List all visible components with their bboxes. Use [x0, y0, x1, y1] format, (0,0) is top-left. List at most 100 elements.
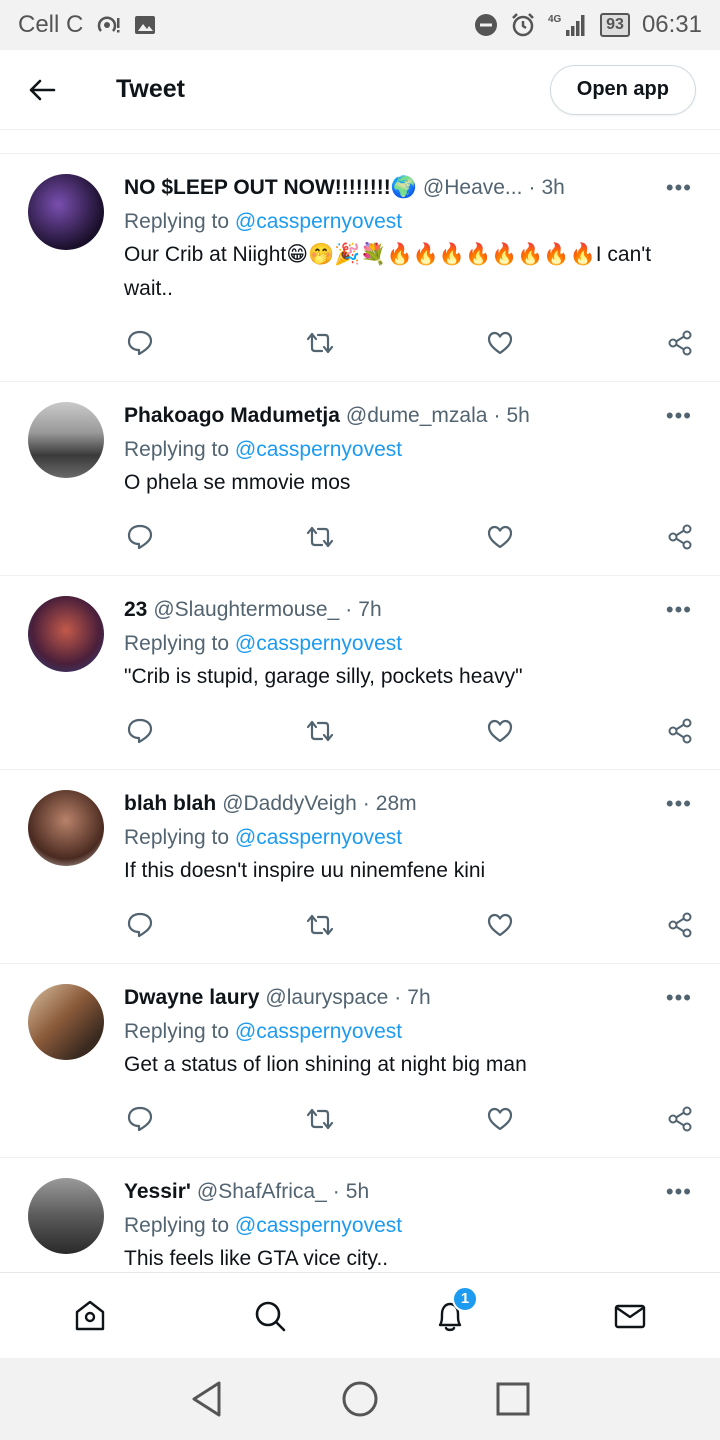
back-button[interactable] [0, 50, 84, 130]
display-name[interactable]: 23 [124, 596, 147, 624]
more-options-icon[interactable]: ••• [666, 596, 692, 624]
more-options-icon[interactable]: ••• [666, 790, 692, 818]
timestamp[interactable]: 5h [506, 402, 529, 430]
like-button[interactable] [484, 909, 516, 941]
reply-icon [127, 912, 153, 938]
nav-notifications[interactable]: 1 [410, 1276, 490, 1356]
reply-button[interactable] [124, 909, 156, 941]
nav-home[interactable] [50, 1276, 130, 1356]
share-button[interactable] [664, 909, 696, 941]
like-button[interactable] [484, 327, 516, 359]
mention-link[interactable]: @casspernyovest [235, 438, 402, 461]
like-button[interactable] [484, 1103, 516, 1135]
more-options-icon[interactable]: ••• [666, 984, 692, 1012]
reply-button[interactable] [124, 715, 156, 747]
nav-messages[interactable] [590, 1276, 670, 1356]
alarm-icon [510, 12, 536, 38]
tweet-text: Our Crib at Niight😁🤭🎉💐🔥🔥🔥🔥🔥🔥🔥🔥I can't wa… [124, 243, 652, 300]
handle: @ShafAfrica_ [196, 1180, 327, 1203]
reply-feed[interactable]: NO $LEEP OUT NOW!!!!!!!!🌍 @Heave... · 3h… [0, 154, 720, 1272]
retweet-button[interactable] [304, 521, 336, 553]
tweet-item[interactable]: NO $LEEP OUT NOW!!!!!!!!🌍 @Heave... · 3h… [0, 154, 720, 382]
reply-button[interactable] [124, 327, 156, 359]
separator-dot: · [493, 404, 501, 427]
clock: 06:31 [641, 11, 702, 38]
timestamp[interactable]: 7h [407, 984, 430, 1012]
nav-search[interactable] [230, 1276, 310, 1356]
mention-link[interactable]: @casspernyovest [235, 826, 402, 849]
status-left: Cell C [18, 11, 157, 39]
system-back-button[interactable] [177, 1369, 237, 1429]
gallery-icon [133, 13, 157, 37]
replying-to-label: Replying to [124, 632, 230, 655]
mention-link[interactable]: @casspernyovest [235, 632, 402, 655]
replying-to-label: Replying to [124, 210, 230, 233]
more-options-icon[interactable]: ••• [666, 174, 692, 202]
share-icon [668, 524, 692, 550]
home-icon [75, 1300, 105, 1330]
avatar[interactable] [28, 790, 104, 866]
avatar[interactable] [28, 596, 104, 672]
reply-button[interactable] [124, 1103, 156, 1135]
avatar[interactable] [28, 402, 104, 478]
replying-to: Replying to @casspernyovest [124, 1212, 700, 1240]
replying-to: Replying to @casspernyovest [124, 436, 700, 464]
status-bar: Cell C 4G 93 06:31 [0, 0, 720, 50]
system-home-button[interactable] [330, 1369, 390, 1429]
mention-link[interactable]: @casspernyovest [235, 1020, 402, 1043]
retweet-icon [306, 914, 334, 936]
replying-to: Replying to @casspernyovest [124, 208, 700, 236]
reply-icon [127, 524, 153, 550]
avatar[interactable] [28, 1178, 104, 1254]
avatar[interactable] [28, 984, 104, 1060]
display-name[interactable]: Yessir' [124, 1178, 191, 1206]
retweet-icon [306, 526, 334, 548]
tweet-item[interactable]: Phakoago Madumetja @dume_mzala · 5h ••• … [0, 382, 720, 576]
more-options-icon[interactable]: ••• [666, 1178, 692, 1206]
tweet-item[interactable]: Yessir' @ShafAfrica_ · 5h ••• Replying t… [0, 1158, 720, 1272]
heart-icon [487, 331, 513, 355]
share-button[interactable] [664, 327, 696, 359]
separator-dot: · [528, 176, 536, 199]
tweet-item[interactable]: blah blah @DaddyVeigh · 28m ••• Replying… [0, 770, 720, 964]
replying-to: Replying to @casspernyovest [124, 630, 700, 658]
retweet-button[interactable] [304, 715, 336, 747]
display-name[interactable]: Phakoago Madumetja [124, 402, 340, 430]
timestamp[interactable]: 5h [346, 1178, 369, 1206]
heart-icon [487, 719, 513, 743]
reply-button[interactable] [124, 521, 156, 553]
display-name[interactable]: NO $LEEP OUT NOW!!!!!!!!🌍 [124, 174, 417, 202]
share-button[interactable] [664, 1103, 696, 1135]
reply-icon [127, 718, 153, 744]
tweet-item[interactable]: Dwayne laury @lauryspace · 7h ••• Replyi… [0, 964, 720, 1158]
more-options-icon[interactable]: ••• [666, 402, 692, 430]
display-name[interactable]: Dwayne laury [124, 984, 259, 1012]
handle: @Slaughtermouse_ [153, 598, 340, 621]
like-button[interactable] [484, 521, 516, 553]
share-button[interactable] [664, 715, 696, 747]
system-recents-button[interactable] [483, 1369, 543, 1429]
timestamp[interactable]: 28m [376, 790, 417, 818]
separator-dot: · [394, 986, 402, 1009]
open-app-button[interactable]: Open app [549, 64, 696, 115]
retweet-button[interactable] [304, 1103, 336, 1135]
retweet-icon [306, 1108, 334, 1130]
avatar[interactable] [28, 174, 104, 250]
like-button[interactable] [484, 715, 516, 747]
mention-link[interactable]: @casspernyovest [235, 1214, 402, 1237]
tweet-text: O phela se mmovie mos [124, 471, 351, 494]
retweet-button[interactable] [304, 327, 336, 359]
tweet-item[interactable]: 23 @Slaughtermouse_ · 7h ••• Replying to… [0, 576, 720, 770]
share-button[interactable] [664, 521, 696, 553]
share-icon [668, 718, 692, 744]
retweet-button[interactable] [304, 909, 336, 941]
share-icon [668, 1106, 692, 1132]
tweet-text: "Crib is stupid, garage silly, pockets h… [124, 665, 523, 688]
timestamp[interactable]: 3h [541, 174, 564, 202]
timestamp[interactable]: 7h [358, 596, 381, 624]
display-name[interactable]: blah blah [124, 790, 216, 818]
mention-link[interactable]: @casspernyovest [235, 210, 402, 233]
retweet-icon [306, 332, 334, 354]
tweet-text: If this doesn't inspire uu ninemfene kin… [124, 859, 486, 882]
replying-to-label: Replying to [124, 438, 230, 461]
